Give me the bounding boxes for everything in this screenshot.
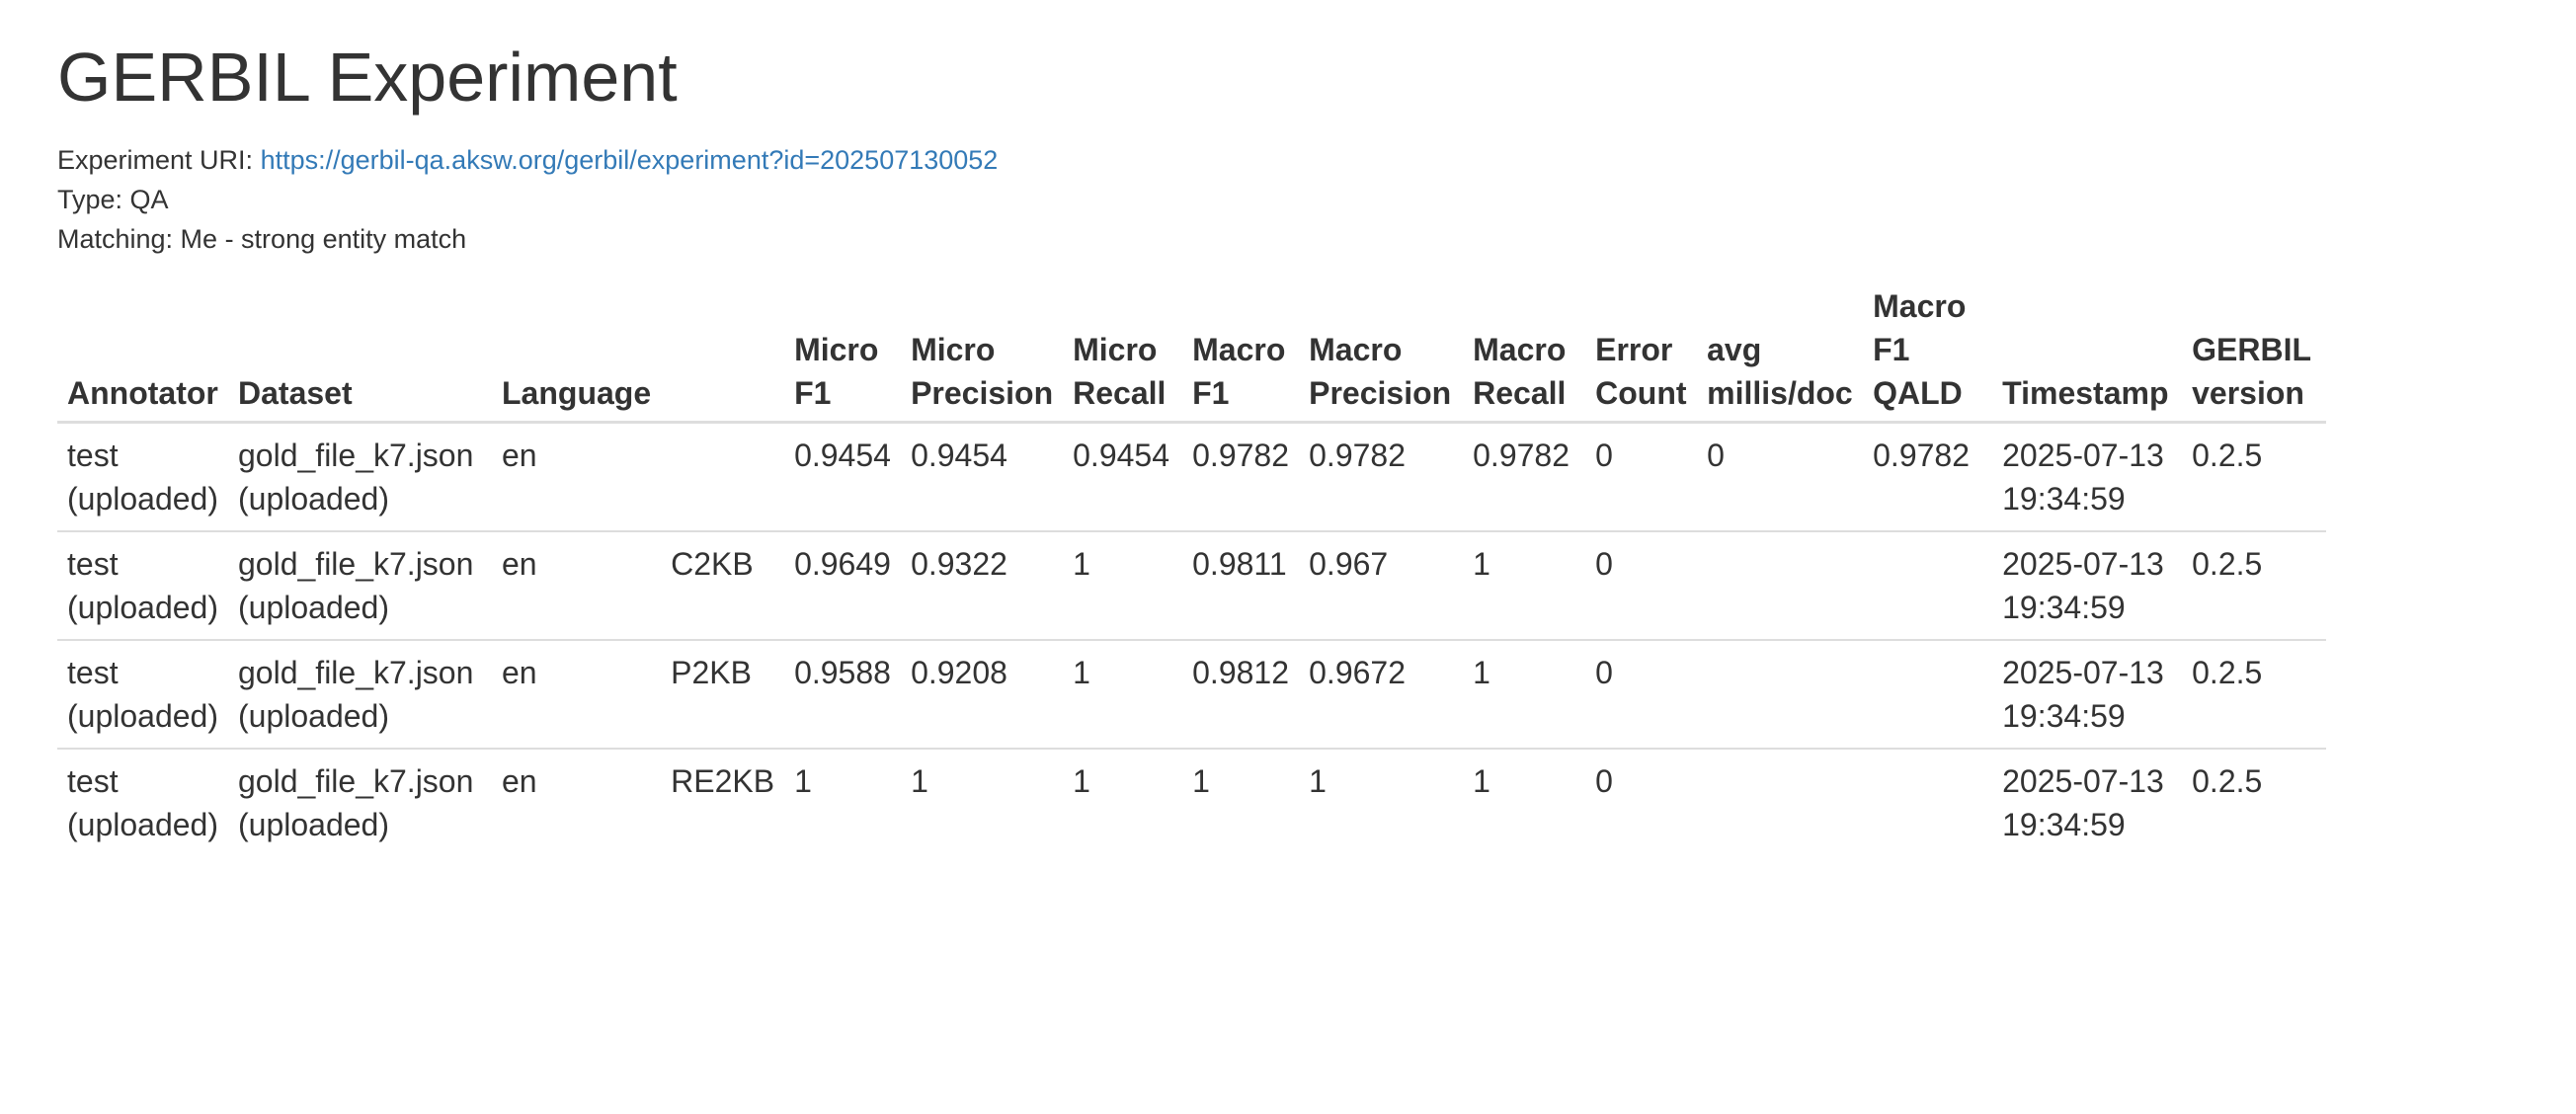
cell-macro-precision: 1: [1299, 748, 1464, 856]
column-header-annotator: Annotator: [57, 278, 228, 424]
column-header-task: [661, 278, 785, 424]
table-row: test (uploaded) gold_file_k7.json (upload…: [57, 423, 2326, 532]
cell-task: RE2KB: [661, 748, 785, 856]
cell-task: P2KB: [661, 639, 785, 749]
cell-micro-precision: 0.9322: [901, 530, 1064, 640]
cell-gerbil-version: 0.2.5: [2182, 639, 2327, 749]
cell-macro-f1: 0.9812: [1182, 639, 1300, 749]
cell-language: en: [492, 748, 662, 856]
cell-macro-precision: 0.9672: [1299, 639, 1464, 749]
cell-macro-f1: 1: [1182, 748, 1300, 856]
cell-timestamp: 2025-07-13 19:34:59: [1992, 639, 2183, 749]
cell-macro-recall: 0.9782: [1473, 438, 1570, 473]
cell-micro-precision: 1: [901, 748, 1064, 856]
cell-macro-f1: 0.9811: [1182, 530, 1300, 640]
experiment-uri-line: Experiment URI: https://gerbil-qa.aksw.o…: [57, 140, 2576, 180]
cell-micro-f1: 1: [784, 748, 902, 856]
cell-dataset: gold_file_k7.json (uploaded): [228, 530, 492, 640]
cell-language: en: [492, 530, 662, 640]
cell-dataset: gold_file_k7.json (uploaded): [228, 748, 492, 856]
results-table-header: Annotator Dataset Language Micro F1 Micro Pr…: [57, 278, 2327, 424]
cell-micro-f1: 0.9649: [784, 530, 902, 640]
column-header-macro-precision: Macro Precision: [1299, 278, 1464, 424]
cell-timestamp: 2025-07-13 19:34:59: [1992, 530, 2183, 640]
cell-task: C2KB: [661, 530, 785, 640]
cell-macro-recall: 1: [1463, 530, 1586, 640]
cell-timestamp: 2025-07-13 19:34:59: [2002, 438, 2164, 517]
cell-error-count: 0: [1595, 438, 1613, 473]
header-row: Annotator Dataset Language Micro F1 Micro Pr…: [57, 278, 2327, 424]
results-table-body: test (uploaded) gold_file_k7.json (upload…: [57, 423, 2327, 856]
experiment-matching: Matching: Me - strong entity match: [57, 224, 467, 254]
cell-error-count: 0: [1585, 639, 1698, 749]
column-header-macro-f1: Macro F1: [1182, 278, 1300, 424]
cell-macro-f1-qald: [1863, 748, 1993, 856]
cell-avg-millis-doc: [1697, 748, 1864, 856]
cell-gerbil-version: 0.2.5: [2182, 748, 2327, 856]
column-header-timestamp: Timestamp: [1992, 278, 2183, 424]
column-header-avg-millis-doc: avg millis/doc: [1697, 278, 1864, 424]
experiment-uri-link[interactable]: https://gerbil-qa.aksw.org/gerbil/experi…: [261, 145, 999, 175]
cell-gerbil-version: 0.2.5: [2182, 530, 2327, 640]
cell-micro-recall: 1: [1063, 530, 1183, 640]
cell-avg-millis-doc: [1697, 639, 1864, 749]
results-table: Annotator Dataset Language Micro F1 Micro Pr…: [57, 278, 2327, 856]
column-header-micro-precision: Micro Precision: [901, 278, 1064, 424]
cell-task: [661, 423, 784, 532]
cell-macro-recall: 1: [1463, 639, 1586, 749]
experiment-uri-label: Experiment URI:: [57, 145, 254, 175]
cell-error-count: 0: [1585, 530, 1698, 640]
cell-macro-f1-qald: [1863, 530, 1993, 640]
cell-gerbil-version: 0.2.5: [2192, 438, 2263, 473]
cell-micro-precision: 0.9208: [901, 639, 1064, 749]
cell-micro-recall: 1: [1063, 748, 1183, 856]
cell-micro-f1: 0.9588: [784, 639, 902, 749]
column-header-gerbil-version: GERBIL version: [2182, 278, 2327, 424]
cell-macro-recall: 1: [1463, 748, 1586, 856]
cell-macro-f1-qald: [1863, 639, 1993, 749]
cell-micro-f1: 0.9454: [794, 438, 891, 473]
page-container: GERBIL Experiment Experiment URI: https:…: [0, 0, 2576, 856]
table-row: test (uploaded) gold_file_k7.json (upload…: [57, 530, 2327, 640]
cell-annotator: test (uploaded): [57, 748, 228, 856]
cell-dataset: gold_file_k7.json (uploaded): [238, 438, 474, 517]
cell-annotator: test (uploaded): [57, 639, 228, 749]
cell-language: en: [502, 438, 537, 473]
column-header-language: Language: [492, 278, 662, 424]
column-header-macro-f1-qald: Macro F1 QALD: [1863, 278, 1993, 424]
cell-timestamp: 2025-07-13 19:34:59: [1992, 748, 2183, 856]
column-header-micro-f1: Micro F1: [784, 278, 902, 424]
page-title: GERBIL Experiment: [57, 39, 678, 116]
cell-micro-recall: 1: [1063, 639, 1183, 749]
column-header-error-count: Error Count: [1585, 278, 1698, 424]
cell-macro-f1-qald: 0.9782: [1873, 438, 1970, 473]
cell-avg-millis-doc: 0: [1707, 438, 1725, 473]
cell-macro-f1: 0.9782: [1192, 438, 1289, 473]
cell-avg-millis-doc: [1697, 530, 1864, 640]
cell-micro-precision: 0.9454: [911, 438, 1007, 473]
cell-error-count: 0: [1585, 748, 1698, 856]
table-row: test (uploaded) gold_file_k7.json (upload…: [57, 639, 2327, 749]
column-header-micro-recall: Micro Recall: [1063, 278, 1183, 424]
column-header-macro-recall: Macro Recall: [1463, 278, 1586, 424]
cell-annotator: test (uploaded): [57, 530, 228, 640]
cell-annotator: test (uploaded): [67, 438, 218, 517]
table-row: test (uploaded) gold_file_k7.json (upload…: [57, 748, 2327, 856]
cell-language: en: [492, 639, 662, 749]
cell-dataset: gold_file_k7.json (uploaded): [228, 639, 492, 749]
cell-micro-recall: 0.9454: [1073, 438, 1169, 473]
cell-macro-precision: 0.9782: [1309, 438, 1406, 473]
experiment-type: Type: QA: [57, 185, 169, 214]
cell-macro-precision: 0.967: [1299, 530, 1464, 640]
column-header-dataset: Dataset: [228, 278, 492, 424]
